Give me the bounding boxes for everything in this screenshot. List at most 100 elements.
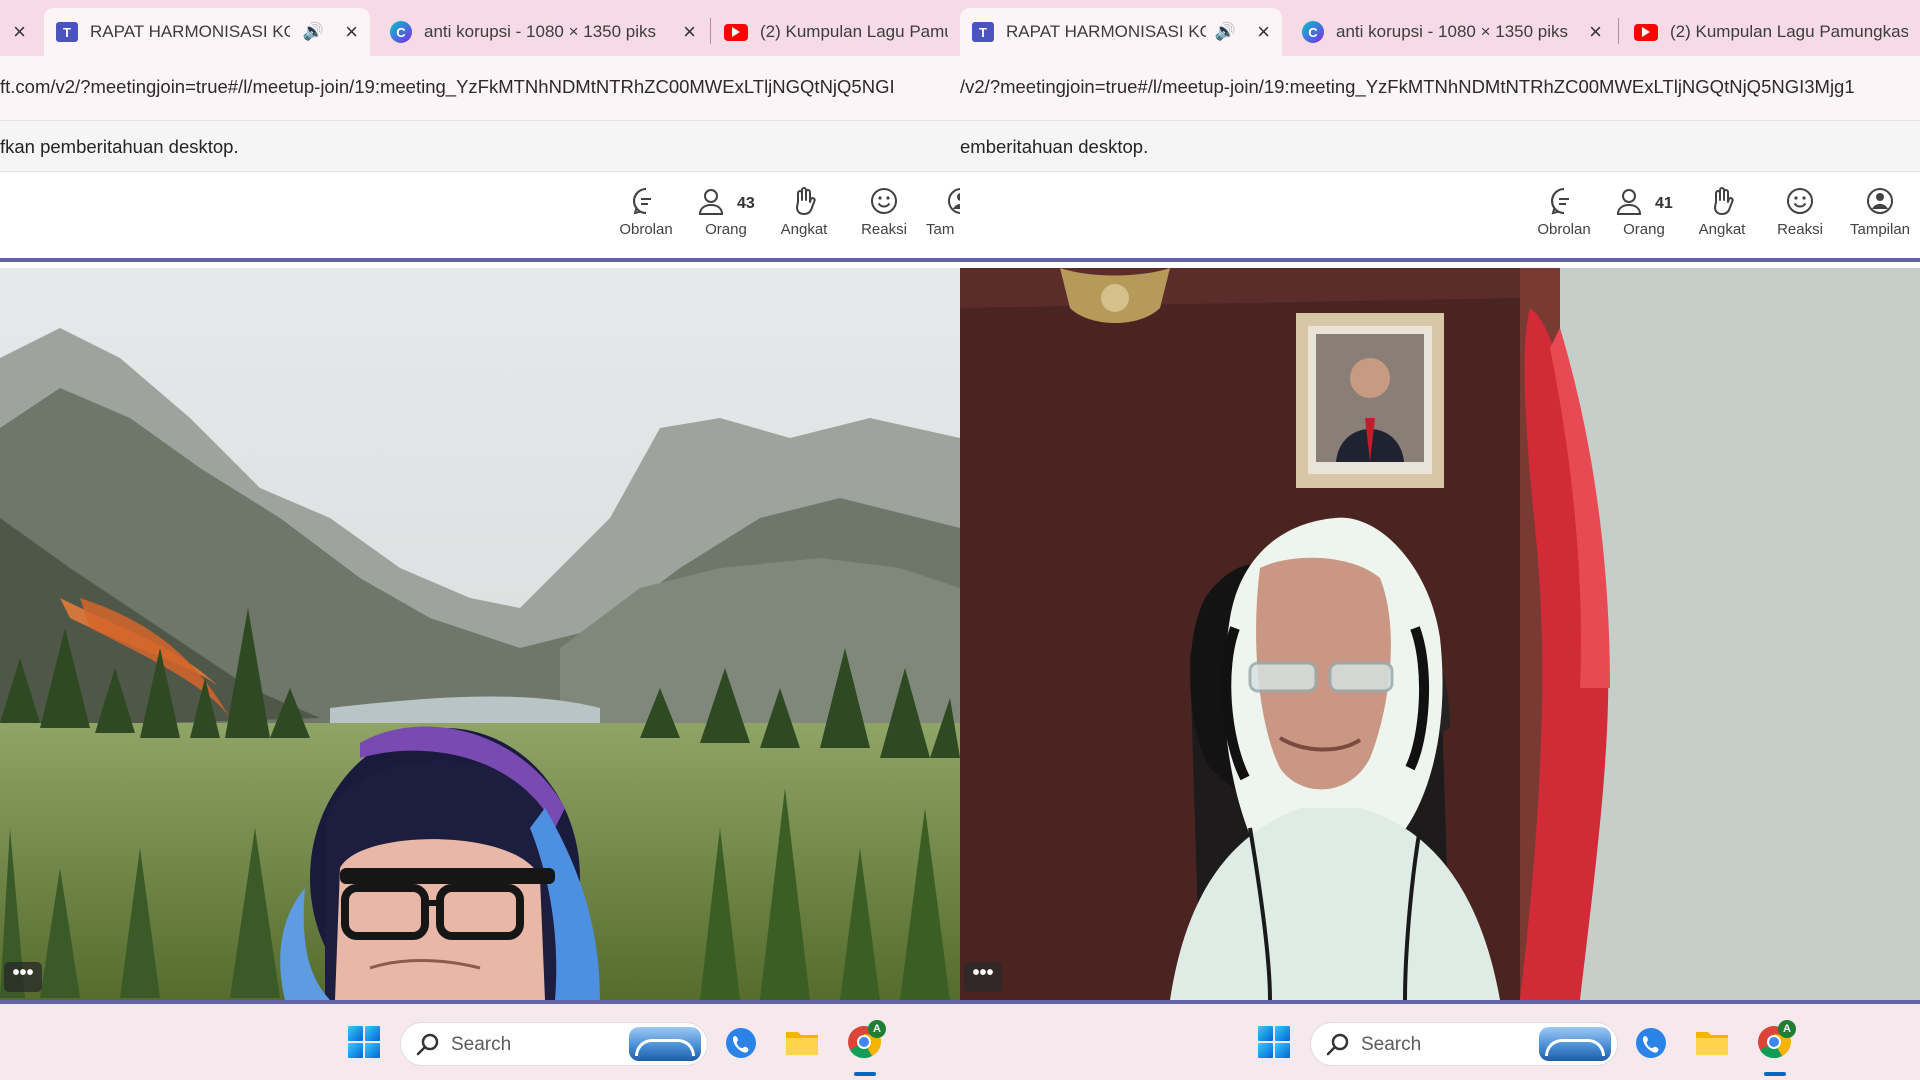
speaker-icon[interactable]: 🔊: [1215, 22, 1236, 42]
url-text[interactable]: ft.com/v2/?meetingjoin=true#/l/meetup-jo…: [0, 76, 895, 98]
teams-icon: T: [56, 22, 78, 42]
view-icon: [1867, 188, 1893, 214]
reactions-button[interactable]: Reaksi: [1766, 186, 1834, 250]
chat-icon: [1551, 188, 1569, 215]
person-icon: [1616, 189, 1642, 215]
chrome-profile-badge: A: [1778, 1020, 1796, 1038]
close-icon[interactable]: ×: [345, 19, 358, 45]
file-explorer-icon[interactable]: [1694, 1026, 1730, 1058]
view-button[interactable]: Tampilan: [1842, 186, 1918, 250]
participant-count: 43: [737, 195, 755, 212]
tab-separator: [710, 18, 711, 44]
tab-title: (2) Kumpulan Lagu Pamungkas: [1670, 22, 1908, 41]
smiley-icon: [1787, 188, 1813, 214]
tab-strip: × T RAPAT HARMONISASI KONSEP 🔊 × C anti …: [0, 0, 960, 56]
reactions-label: Reaksi: [861, 221, 907, 238]
more-options-button[interactable]: •••: [964, 962, 1002, 992]
communication-app-icon[interactable]: [1634, 1026, 1668, 1060]
video-feed-participant[interactable]: •••: [0, 268, 960, 1000]
tab-strip: T RAPAT HARMONISASI KONSEP 🔊 × C anti ko…: [960, 0, 1920, 56]
view-button[interactable]: Tam: [926, 186, 960, 250]
taskbar-search[interactable]: Search: [400, 1022, 708, 1066]
close-icon[interactable]: ×: [13, 19, 26, 45]
speaker-icon[interactable]: 🔊: [303, 22, 324, 42]
tab-title: anti korupsi - 1080 × 1350 piksel: [1336, 22, 1568, 41]
participant-count: 41: [1655, 195, 1673, 212]
windows-start-icon[interactable]: [1258, 1026, 1290, 1058]
youtube-icon: [724, 23, 748, 41]
taskbar-search[interactable]: Search: [1310, 1022, 1618, 1066]
tab-rapat-harmonisasi[interactable]: T RAPAT HARMONISASI KONSEP 🔊 ×: [960, 8, 1282, 56]
search-icon: [1326, 1033, 1349, 1056]
notification-bar: emberitahuan desktop.: [960, 120, 1920, 172]
reactions-button[interactable]: Reaksi: [850, 186, 918, 250]
tab-kumpulan-lagu[interactable]: (2) Kumpulan Lagu Pamungkas: [1622, 8, 1920, 56]
chat-label: Obrolan: [1537, 221, 1591, 238]
people-label: Orang: [1623, 221, 1665, 238]
meeting-toolbar: Obrolan 41 Orang Angkat Reaksi Tampilan: [960, 172, 1920, 262]
hand-icon: [1714, 187, 1734, 215]
search-highlight-image: [629, 1027, 701, 1061]
right-browser-window: T RAPAT HARMONISASI KONSEP 🔊 × C anti ko…: [960, 0, 1920, 1080]
notification-bar: fkan pemberitahuan desktop.: [0, 120, 960, 172]
close-icon[interactable]: ×: [1257, 19, 1270, 45]
tab-title: (2) Kumpulan Lagu Pamungkas: [760, 22, 948, 41]
search-placeholder: Search: [451, 1034, 512, 1055]
video-feed-participant[interactable]: •••: [960, 268, 1920, 1000]
chat-icon: [633, 188, 651, 215]
chat-button[interactable]: Obrolan: [612, 186, 680, 250]
people-button[interactable]: 41 Orang: [1610, 186, 1678, 250]
chat-button[interactable]: Obrolan: [1530, 186, 1598, 250]
tab-title: RAPAT HARMONISASI KONSEP: [90, 22, 290, 41]
smiley-icon: [871, 188, 897, 214]
people-button[interactable]: 43 Orang: [692, 186, 760, 250]
raise-hand-button[interactable]: Angkat: [1688, 186, 1756, 250]
active-app-indicator: [1764, 1072, 1786, 1076]
tab-title: anti korupsi - 1080 × 1350 piksel: [424, 22, 656, 41]
close-icon[interactable]: ×: [683, 19, 696, 45]
reactions-label: Reaksi: [1777, 221, 1823, 238]
raise-hand-button[interactable]: Angkat: [770, 186, 838, 250]
view-label: Tampilan: [1849, 221, 1911, 238]
canva-icon: C: [1302, 21, 1324, 43]
windows-taskbar: Search A: [960, 1004, 1920, 1080]
chat-label: Obrolan: [619, 221, 673, 238]
people-label: Orang: [705, 221, 747, 238]
view-label: Tam: [926, 221, 955, 238]
communication-app-icon[interactable]: [724, 1026, 758, 1060]
notification-text: fkan pemberitahuan desktop.: [0, 136, 239, 157]
raise-hand-label: Angkat: [1698, 221, 1746, 238]
search-highlight-image: [1539, 1027, 1611, 1061]
tab-rapat-harmonisasi[interactable]: T RAPAT HARMONISASI KONSEP 🔊 ×: [44, 8, 370, 56]
tab-anti-korupsi[interactable]: C anti korupsi - 1080 × 1350 piksel ×: [1290, 8, 1614, 56]
url-text[interactable]: /v2/?meetingjoin=true#/l/meetup-join/19:…: [960, 76, 1855, 98]
office-background-video: [960, 268, 1920, 1000]
search-icon: [416, 1033, 439, 1056]
more-options-button[interactable]: •••: [4, 962, 42, 992]
file-explorer-icon[interactable]: [784, 1026, 820, 1058]
search-placeholder: Search: [1361, 1034, 1422, 1055]
canva-icon: C: [390, 21, 412, 43]
view-icon: [948, 188, 960, 214]
close-icon[interactable]: ×: [1589, 19, 1602, 45]
person-icon: [698, 189, 724, 215]
tab-separator: [1618, 18, 1619, 44]
tab-title: RAPAT HARMONISASI KONSEP: [1006, 22, 1206, 41]
left-browser-window: × T RAPAT HARMONISASI KONSEP 🔊 × C anti …: [0, 0, 960, 1080]
windows-taskbar: Search A: [0, 1004, 960, 1080]
tab-kumpulan-lagu[interactable]: (2) Kumpulan Lagu Pamungkas: [712, 8, 960, 56]
mountain-background-video: [0, 268, 960, 1000]
tab-fragment[interactable]: ×: [0, 8, 40, 56]
teams-icon: T: [972, 22, 994, 42]
notification-text: emberitahuan desktop.: [960, 136, 1149, 157]
hand-icon: [796, 187, 816, 215]
youtube-icon: [1634, 23, 1658, 41]
address-bar[interactable]: /v2/?meetingjoin=true#/l/meetup-join/19:…: [960, 56, 1920, 120]
tab-anti-korupsi[interactable]: C anti korupsi - 1080 × 1350 piksel ×: [378, 8, 708, 56]
meeting-toolbar: Obrolan 43 Orang Angkat Reaksi Tam: [0, 172, 960, 262]
address-bar[interactable]: ft.com/v2/?meetingjoin=true#/l/meetup-jo…: [0, 56, 960, 120]
chrome-profile-badge: A: [868, 1020, 886, 1038]
windows-start-icon[interactable]: [348, 1026, 380, 1058]
active-app-indicator: [854, 1072, 876, 1076]
raise-hand-label: Angkat: [780, 221, 828, 238]
